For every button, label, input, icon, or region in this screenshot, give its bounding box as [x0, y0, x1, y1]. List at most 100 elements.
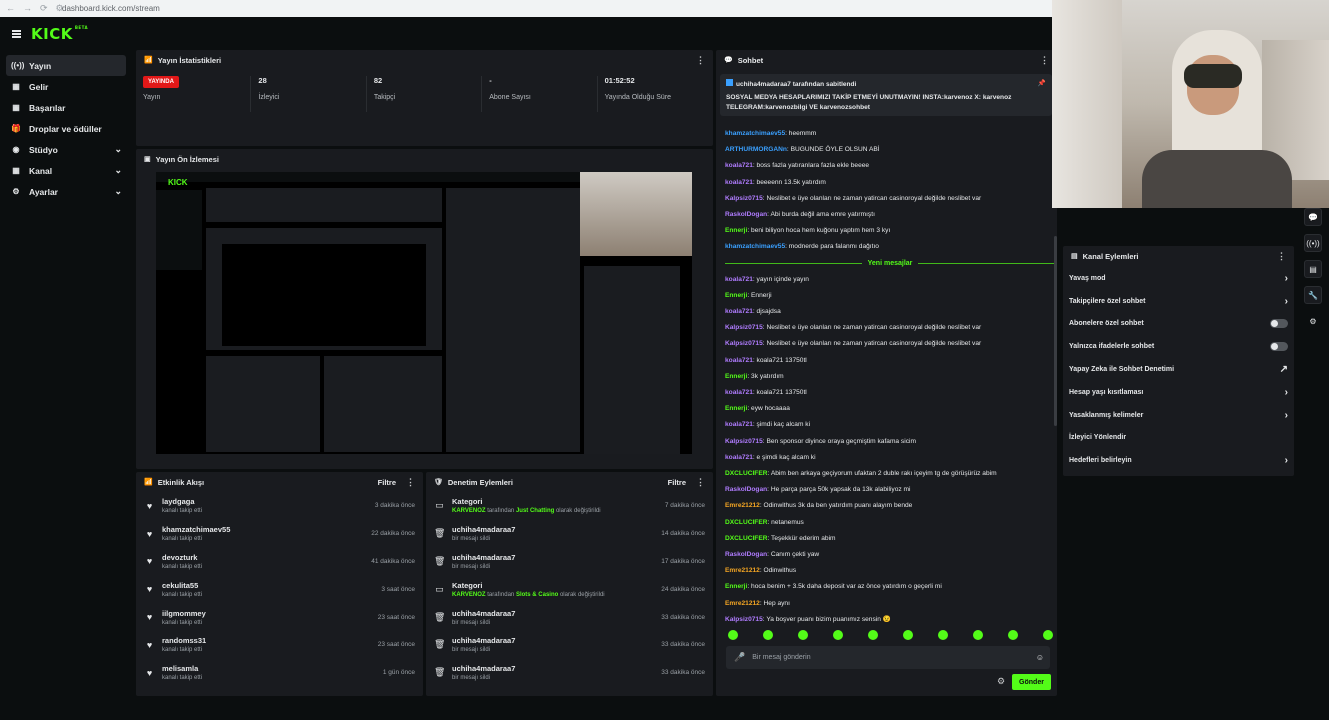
- chat-username[interactable]: RaskolDogan: [725, 211, 767, 218]
- chat-username[interactable]: Kalpsiz0715: [725, 438, 763, 445]
- username[interactable]: laydgaga: [162, 497, 375, 506]
- emote-icon[interactable]: [973, 630, 983, 640]
- more-options-icon[interactable]: ⋮: [406, 477, 415, 488]
- kick-logo[interactable]: KICK BETA: [31, 25, 88, 43]
- chat-input[interactable]: 🎤 Bir mesaj gönderin ☺: [726, 646, 1050, 669]
- username[interactable]: devozturk: [162, 553, 371, 562]
- chat-scrollbar[interactable]: [1054, 236, 1057, 426]
- external-link-icon[interactable]: ↗: [1280, 364, 1288, 375]
- filter-button[interactable]: Filtre: [668, 478, 686, 487]
- chat-username[interactable]: Ennerji: [725, 405, 747, 412]
- chat-username[interactable]: RaskolDogan: [725, 486, 767, 493]
- entry-title[interactable]: uchiha4madaraa7: [452, 664, 661, 673]
- chat-username[interactable]: RaskolDogan: [725, 551, 767, 558]
- microphone-icon[interactable]: 🎤: [734, 652, 745, 663]
- emote-icon[interactable]: [728, 630, 738, 640]
- chat-username[interactable]: koala721: [725, 179, 753, 186]
- entry-title[interactable]: Kategori: [452, 581, 661, 590]
- channel-action-item[interactable]: Takipçilere özel sohbet ›: [1063, 290, 1294, 313]
- moderator-name[interactable]: KARVENOZ: [452, 508, 486, 514]
- chat-username[interactable]: koala721: [725, 454, 753, 461]
- pin-icon[interactable]: 📌: [1038, 79, 1046, 87]
- category-name[interactable]: Slots & Casino: [516, 592, 558, 598]
- chat-username[interactable]: DXCLUCIFER: [725, 519, 768, 526]
- toggle-switch[interactable]: [1270, 319, 1288, 329]
- sidebar-item[interactable]: ((•)) Yayın: [6, 55, 126, 76]
- hamburger-menu-icon[interactable]: [12, 29, 21, 38]
- entry-title[interactable]: Kategori: [452, 497, 665, 506]
- back-arrow-icon[interactable]: ←: [6, 3, 15, 14]
- channel-action-item[interactable]: Abonelere özel sohbet: [1063, 313, 1294, 336]
- chat-username[interactable]: ARTHURMORGANn: [725, 146, 787, 153]
- chat-settings-gear-icon[interactable]: ⚙: [997, 676, 1005, 687]
- address-bar[interactable]: dashboard.kick.com/stream: [62, 4, 160, 13]
- settings-icon[interactable]: ⚙: [1304, 312, 1322, 330]
- sidebar-item[interactable]: ◉ Stüdyo ⌄: [6, 139, 126, 160]
- emote-icon[interactable]: [833, 630, 843, 640]
- channel-action-item[interactable]: İzleyici Yönlendir: [1063, 427, 1294, 450]
- chevron-right-icon[interactable]: ›: [1285, 455, 1288, 466]
- more-options-icon[interactable]: ⋮: [696, 477, 705, 488]
- chat-username[interactable]: Emre21212: [725, 502, 760, 509]
- channel-action-item[interactable]: Yapay Zeka ile Sohbet Denetimi ↗: [1063, 358, 1294, 381]
- username[interactable]: randomss31: [162, 636, 378, 645]
- chat-username[interactable]: Ennerji: [725, 292, 747, 299]
- username[interactable]: khamzatchimaev55: [162, 525, 371, 534]
- chat-username[interactable]: koala721: [725, 389, 753, 396]
- entry-title[interactable]: uchiha4madaraa7: [452, 609, 661, 618]
- chat-username[interactable]: Ennerji: [725, 373, 747, 380]
- username[interactable]: cekulita55: [162, 581, 381, 590]
- more-options-icon[interactable]: ⋮: [1040, 55, 1049, 66]
- chevron-down-icon[interactable]: ⌄: [114, 165, 122, 176]
- channel-action-item[interactable]: Yalnızca ifadelerle sohbet: [1063, 335, 1294, 358]
- chat-bubble-icon[interactable]: 💬: [1304, 208, 1322, 226]
- chat-username[interactable]: Kalpsiz0715: [725, 324, 763, 331]
- chat-username[interactable]: khamzatchimaev55: [725, 130, 785, 137]
- username[interactable]: melisamla: [162, 664, 383, 673]
- entry-title[interactable]: uchiha4madaraa7: [452, 525, 661, 534]
- sidebar-item[interactable]: 🎁 Droplar ve ödüller: [6, 118, 126, 139]
- emote-icon[interactable]: [1008, 630, 1018, 640]
- chat-username[interactable]: koala721: [725, 421, 753, 428]
- layout-icon[interactable]: ▤: [1304, 260, 1322, 278]
- entry-title[interactable]: uchiha4madaraa7: [452, 553, 661, 562]
- toggle-switch[interactable]: [1270, 342, 1288, 352]
- chat-username[interactable]: koala721: [725, 308, 753, 315]
- broadcast-icon[interactable]: ((•)): [1304, 234, 1322, 252]
- username[interactable]: iilgmommey: [162, 609, 378, 618]
- chat-username[interactable]: khamzatchimaev55: [725, 243, 785, 250]
- sidebar-item[interactable]: ▦ Gelir: [6, 76, 126, 97]
- moderator-name[interactable]: KARVENOZ: [452, 592, 486, 598]
- chat-username[interactable]: Kalpsiz0715: [725, 195, 763, 202]
- sidebar-item[interactable]: ▦ Kanal ⌄: [6, 160, 126, 181]
- chevron-right-icon[interactable]: ›: [1285, 273, 1288, 284]
- chat-username[interactable]: Emre21212: [725, 600, 760, 607]
- chevron-right-icon[interactable]: ›: [1285, 296, 1288, 307]
- stream-preview-video[interactable]: KICK: [156, 172, 692, 454]
- chat-username[interactable]: koala721: [725, 162, 753, 169]
- more-options-icon[interactable]: ⋮: [1277, 251, 1286, 262]
- emote-icon[interactable]: [798, 630, 808, 640]
- category-name[interactable]: Just Chatting: [516, 508, 554, 514]
- channel-action-item[interactable]: Yavaş mod ›: [1063, 267, 1294, 290]
- chat-username[interactable]: DXCLUCIFER: [725, 470, 768, 477]
- entry-title[interactable]: uchiha4madaraa7: [452, 636, 661, 645]
- chat-username[interactable]: koala721: [725, 276, 753, 283]
- filter-button[interactable]: Filtre: [378, 478, 396, 487]
- emote-icon[interactable]: [903, 630, 913, 640]
- chat-username[interactable]: Emre21212: [725, 567, 760, 574]
- chevron-down-icon[interactable]: ⌄: [114, 144, 122, 155]
- channel-action-item[interactable]: Hedefleri belirleyin ›: [1063, 449, 1294, 472]
- more-options-icon[interactable]: ⋮: [696, 55, 705, 66]
- reload-icon[interactable]: ⟳: [40, 3, 48, 14]
- chat-username[interactable]: koala721: [725, 357, 753, 364]
- emoji-icon[interactable]: ☺: [1036, 653, 1044, 662]
- emote-icon[interactable]: [1043, 630, 1053, 640]
- pinned-message[interactable]: uchiha4madaraa7 tarafından sabitlendi 📌 S…: [720, 74, 1052, 116]
- wrench-icon[interactable]: 🔧: [1304, 286, 1322, 304]
- chat-username[interactable]: DXCLUCIFER: [725, 535, 768, 542]
- chevron-right-icon[interactable]: ›: [1285, 410, 1288, 421]
- channel-action-item[interactable]: Yasaklanmış kelimeler ›: [1063, 404, 1294, 427]
- emote-icon[interactable]: [868, 630, 878, 640]
- emote-icon[interactable]: [763, 630, 773, 640]
